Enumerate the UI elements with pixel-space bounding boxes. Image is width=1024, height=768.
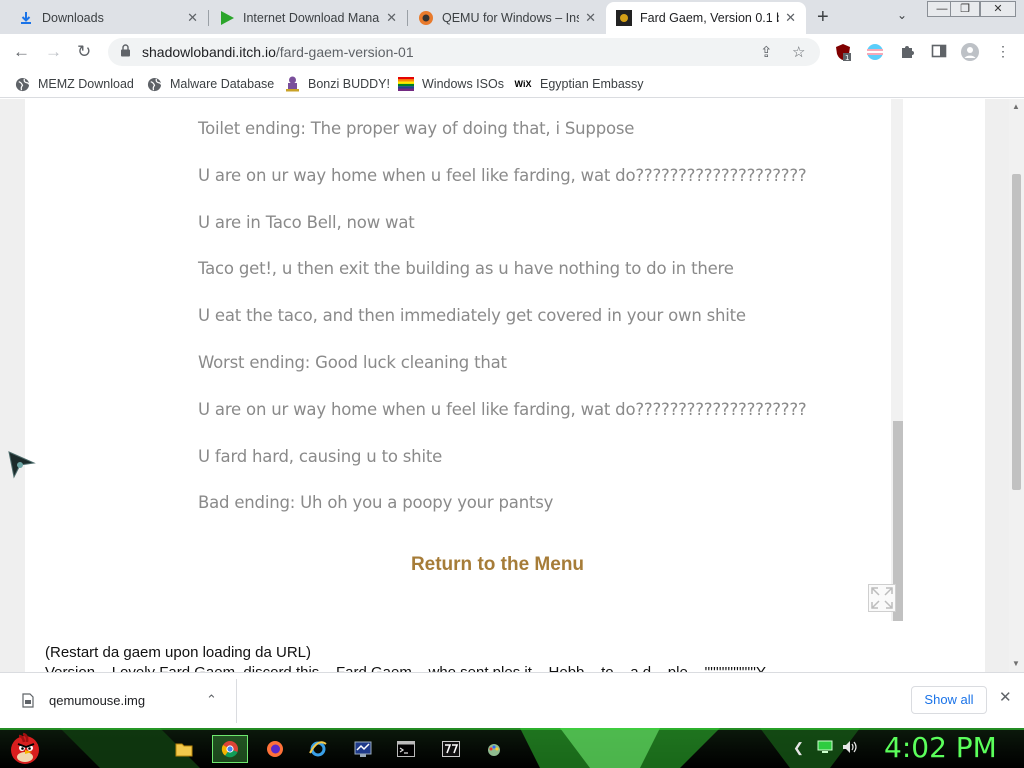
file-explorer-icon[interactable] xyxy=(166,735,202,763)
reload-icon[interactable]: ↻ xyxy=(77,42,91,62)
scroll-down-arrow-icon[interactable]: ▼ xyxy=(1012,659,1020,668)
side-panel-icon[interactable] xyxy=(930,43,948,61)
volume-icon[interactable] xyxy=(842,740,858,757)
bookmark-egyptian-embassy[interactable]: WiX Egyptian Embassy xyxy=(514,76,644,92)
tab-qemu[interactable]: QEMU for Windows – Inst ✕ xyxy=(408,2,606,34)
forward-arrow-icon[interactable]: → xyxy=(45,42,62,62)
restore-button[interactable]: ❐ xyxy=(950,1,980,17)
itch-game-icon xyxy=(616,10,632,26)
taskbar: ❮ 4:02 PM xyxy=(0,728,1024,768)
address-bar[interactable]: shadowlobandi.itch.io/fard-gaem-version-… xyxy=(108,38,820,66)
tab-title: Downloads xyxy=(42,11,104,25)
taskbar-decoration xyxy=(0,728,1024,768)
story-line: Worst ending: Good luck cleaning that xyxy=(198,353,507,372)
tab-fard-gaem[interactable]: Fard Gaem, Version 0.1 by ✕ xyxy=(606,2,806,34)
tab-downloads[interactable]: Downloads ✕ xyxy=(8,2,208,34)
bookmark-bonzi-buddy[interactable]: Bonzi BUDDY! xyxy=(284,76,390,92)
story-line: U are on ur way home when u feel like fa… xyxy=(198,400,807,419)
ie-icon[interactable] xyxy=(300,735,336,763)
close-icon[interactable]: ✕ xyxy=(785,10,796,26)
close-icon[interactable]: ✕ xyxy=(585,10,596,26)
bookmark-label: Egyptian Embassy xyxy=(540,77,644,91)
puzzle-extensions-icon[interactable] xyxy=(898,43,916,61)
story-line: Taco get!, u then exit the building as u… xyxy=(198,259,734,278)
toolbar: ← → ↻ shadowlobandi.itch.io/fard-gaem-ve… xyxy=(0,34,1024,70)
share-icon[interactable]: ⇪ xyxy=(760,43,773,61)
download-icon xyxy=(18,10,34,26)
angry-bird-icon xyxy=(11,732,39,764)
url-path: /fard-gaem-version-01 xyxy=(275,44,414,60)
close-icon[interactable]: ✕ xyxy=(187,10,198,26)
fullscreen-button[interactable] xyxy=(868,584,896,612)
scroll-up-arrow-icon[interactable]: ▲ xyxy=(1012,102,1020,111)
bookmark-windows-isos[interactable]: Windows ISOs xyxy=(398,76,504,92)
close-window-button[interactable]: ✕ xyxy=(980,1,1016,17)
download-bar: qemumouse.img ⌃ Show all ✕ xyxy=(0,672,1024,728)
control-panel-icon[interactable] xyxy=(476,735,512,763)
bookmark-malware-database[interactable]: Malware Database xyxy=(146,76,274,92)
tab-title: Fard Gaem, Version 0.1 by xyxy=(640,11,780,25)
close-icon[interactable]: ✕ xyxy=(386,10,397,26)
download-filename: qemumouse.img xyxy=(49,693,146,708)
return-to-menu-link[interactable]: Return to the Menu xyxy=(25,554,970,576)
pride-extension-icon[interactable] xyxy=(866,43,884,61)
fullscreen-icon xyxy=(871,587,893,609)
download-item[interactable]: qemumouse.img ⌃ xyxy=(0,679,237,723)
back-arrow-icon[interactable]: ← xyxy=(13,42,30,62)
profile-avatar-icon[interactable] xyxy=(961,43,979,61)
description-line: Version... Lovely Fard Gaem, discord thi… xyxy=(45,664,777,672)
rainbow-flag-icon xyxy=(398,76,414,92)
game-iframe[interactable]: Toilet ending: The proper way of doing t… xyxy=(25,99,905,621)
bookmarks-bar: MEMZ Download Malware Database Bonzi BUD… xyxy=(0,70,1024,98)
firefox-icon[interactable] xyxy=(257,735,293,763)
wix-icon: WiX xyxy=(514,79,532,89)
bookmark-label: Windows ISOs xyxy=(422,77,504,91)
close-icon[interactable]: ✕ xyxy=(999,688,1012,706)
url-host: shadowlobandi.itch.io xyxy=(142,44,276,60)
star-icon[interactable]: ☆ xyxy=(792,43,805,61)
globe-icon xyxy=(146,76,162,92)
story-line: U eat the taco, and then immediately get… xyxy=(198,306,746,325)
new-tab-button[interactable]: + xyxy=(817,6,829,29)
bookmark-label: MEMZ Download xyxy=(38,77,134,91)
story-line: U are in Taco Bell, now wat xyxy=(198,213,415,232)
story-line: U fard hard, causing u to shite xyxy=(198,447,443,466)
chrome-icon[interactable] xyxy=(212,735,248,763)
chevron-up-icon[interactable]: ⌃ xyxy=(206,692,217,708)
description-line: (Restart da gaem upon loading da URL) xyxy=(45,644,311,661)
tab-title: Internet Download Mana xyxy=(243,11,380,25)
chevron-left-icon[interactable]: ❮ xyxy=(793,740,804,756)
lock-icon xyxy=(120,44,131,60)
play-icon xyxy=(219,10,235,26)
tab-title: QEMU for Windows – Inst xyxy=(442,11,580,25)
7zip-icon[interactable] xyxy=(433,735,469,763)
page-content: Toilet ending: The proper way of doing t… xyxy=(25,99,985,672)
page-viewport: Toilet ending: The proper way of doing t… xyxy=(0,99,1024,672)
command-prompt-icon[interactable] xyxy=(388,735,424,763)
tab-strip: Downloads ✕ Internet Download Mana ✕ QEM… xyxy=(0,0,1024,34)
story-line: U are on ur way home when u feel like fa… xyxy=(198,166,807,185)
taskbar-clock[interactable]: 4:02 PM xyxy=(884,731,997,764)
bookmark-memz-download[interactable]: MEMZ Download xyxy=(14,76,134,92)
file-icon xyxy=(22,693,34,711)
story-line: Toilet ending: The proper way of doing t… xyxy=(198,119,635,138)
page-scrollbar-thumb[interactable] xyxy=(1012,174,1021,490)
kebab-menu-icon[interactable]: ⋮ xyxy=(994,43,1012,61)
url-text: shadowlobandi.itch.io/fard-gaem-version-… xyxy=(142,44,414,60)
chevron-down-icon[interactable]: ⌄ xyxy=(897,8,907,22)
bonzi-icon xyxy=(284,76,300,92)
task-manager-icon[interactable] xyxy=(345,735,381,763)
mouse-cursor-icon xyxy=(8,451,36,484)
globe-icon xyxy=(14,76,30,92)
extension-badge-count: 1 xyxy=(845,54,849,61)
story-line: Bad ending: Uh oh you a poopy your pants… xyxy=(198,493,554,512)
tab-internet-download-manager[interactable]: Internet Download Mana ✕ xyxy=(209,2,407,34)
start-button[interactable] xyxy=(4,728,44,768)
network-icon[interactable] xyxy=(817,740,833,757)
ublock-extension-icon[interactable]: 1 xyxy=(834,43,852,62)
bookmark-label: Bonzi BUDDY! xyxy=(308,77,390,91)
bookmark-label: Malware Database xyxy=(170,77,275,91)
show-all-button[interactable]: Show all xyxy=(911,686,987,714)
qemu-icon xyxy=(418,10,434,26)
